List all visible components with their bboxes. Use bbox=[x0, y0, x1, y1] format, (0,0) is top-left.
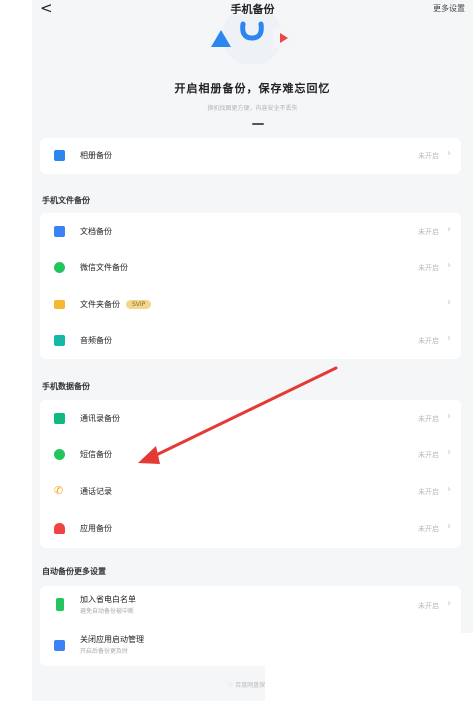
chevron-right-icon: › bbox=[447, 297, 451, 308]
chevron-right-icon: › bbox=[447, 598, 451, 609]
row-label: 相册备份 bbox=[80, 151, 112, 160]
document-icon bbox=[54, 226, 65, 237]
album-backup-card: 相册备份 未开启 › bbox=[40, 138, 461, 174]
sms-icon bbox=[54, 449, 65, 460]
svip-badge: SVIP bbox=[126, 300, 152, 309]
phone-screen: < 手机备份 更多设置 开启相册备份，保存难忘回忆 换机找图更方便，内容安全不丢… bbox=[32, 0, 473, 701]
file-item-document[interactable]: 文档备份 未开启 › bbox=[40, 214, 461, 250]
album-backup-row[interactable]: 相册备份 未开启 › bbox=[40, 138, 461, 174]
chevron-right-icon: › bbox=[447, 411, 451, 422]
row-label: 通话记录 bbox=[80, 487, 112, 496]
row-status: 未开启 bbox=[418, 228, 439, 236]
hero-subtitle: 换机找图更方便，内容安全不丢失 bbox=[207, 105, 298, 112]
file-backup-card: 文档备份 未开启 › 微信文件备份 未开启 › 文件夹备份 SVIP › 音频备份… bbox=[40, 213, 461, 359]
row-label: 文档备份 bbox=[80, 227, 112, 236]
section-title-files: 手机文件备份 bbox=[42, 196, 90, 205]
contacts-icon bbox=[54, 413, 65, 424]
row-label: 微信文件备份 bbox=[80, 263, 128, 272]
row-status: 未开启 bbox=[418, 525, 439, 533]
auto-item-battery-whitelist[interactable]: 加入省电白名单 避免自动备份被中断 未开启 › bbox=[40, 588, 461, 624]
photo-icon bbox=[54, 150, 65, 161]
chevron-right-icon: › bbox=[447, 333, 451, 344]
row-status: 未开启 bbox=[418, 337, 439, 345]
backup-illustration-icon bbox=[211, 14, 295, 64]
row-status: 未开启 bbox=[418, 415, 439, 423]
row-label: 关闭应用启动管理 bbox=[80, 635, 144, 644]
row-sublabel: 开启后备份更及时 bbox=[80, 648, 129, 655]
row-status: 未开启 bbox=[418, 264, 439, 272]
chevron-right-icon: › bbox=[447, 224, 451, 235]
file-item-wechat[interactable]: 微信文件备份 未开启 › bbox=[40, 250, 461, 286]
section-title-auto: 自动备份更多设置 bbox=[42, 567, 106, 576]
row-label: 短信备份 bbox=[80, 450, 112, 459]
phone-icon: ✆ bbox=[54, 484, 64, 497]
battery-icon bbox=[56, 598, 64, 611]
data-item-call-log[interactable]: ✆ 通话记录 未开启 › bbox=[40, 474, 461, 510]
data-item-sms[interactable]: 短信备份 未开启 › bbox=[40, 437, 461, 473]
wechat-icon bbox=[54, 262, 65, 273]
chevron-right-icon: › bbox=[447, 484, 451, 495]
chevron-right-icon: › bbox=[447, 447, 451, 458]
file-item-folder[interactable]: 文件夹备份 SVIP › bbox=[40, 287, 461, 323]
blank-area bbox=[265, 633, 473, 701]
shield-icon: ♡ bbox=[227, 682, 234, 689]
chevron-right-icon: › bbox=[447, 148, 451, 159]
section-title-data: 手机数据备份 bbox=[42, 382, 90, 391]
row-label: 通讯录备份 bbox=[80, 414, 120, 423]
row-label: 文件夹备份 SVIP bbox=[80, 299, 152, 310]
data-backup-card: 通讯录备份 未开启 › 短信备份 未开启 › ✆ 通话记录 未开启 › 应用备份… bbox=[40, 400, 461, 548]
data-item-apps[interactable]: 应用备份 未开启 › bbox=[40, 511, 461, 547]
row-label: 音频备份 bbox=[80, 336, 112, 345]
audio-icon bbox=[54, 335, 65, 346]
folder-icon bbox=[54, 300, 65, 309]
data-item-contacts[interactable]: 通讯录备份 未开启 › bbox=[40, 401, 461, 437]
chevron-right-icon: › bbox=[447, 521, 451, 532]
hero-title: 开启相册备份，保存难忘回忆 bbox=[174, 82, 331, 95]
row-status: 未开启 bbox=[418, 488, 439, 496]
app-manage-icon bbox=[54, 640, 65, 651]
file-item-audio[interactable]: 音频备份 未开启 › bbox=[40, 323, 461, 359]
chevron-right-icon: › bbox=[447, 260, 451, 271]
page-indicator bbox=[252, 123, 264, 125]
more-settings-link[interactable]: 更多设置 bbox=[433, 3, 465, 14]
row-label: 应用备份 bbox=[80, 524, 112, 533]
row-status: 未开启 bbox=[418, 602, 439, 610]
row-label: 加入省电白名单 bbox=[80, 595, 136, 604]
row-status: 未开启 bbox=[418, 152, 439, 160]
row-sublabel: 避免自动备份被中断 bbox=[80, 608, 135, 615]
row-status: 未开启 bbox=[418, 451, 439, 459]
app-icon bbox=[54, 523, 65, 534]
